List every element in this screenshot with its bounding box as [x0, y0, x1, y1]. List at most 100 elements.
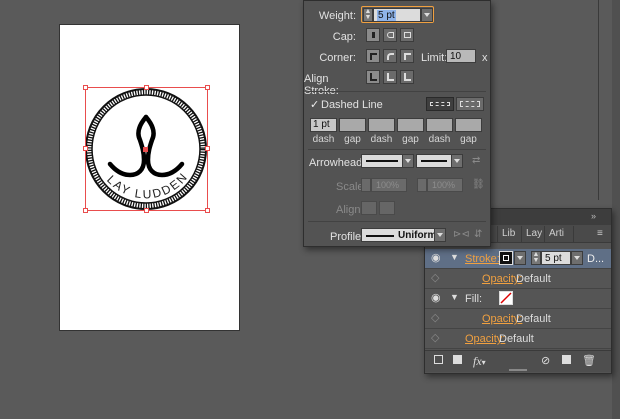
- dash-label-3: dash: [428, 134, 451, 145]
- duplicate-item-icon[interactable]: [562, 355, 571, 364]
- divider: [308, 149, 486, 150]
- arrow-tip-at-end-icon[interactable]: [379, 201, 395, 215]
- resize-handle-bottom-left[interactable]: [83, 208, 88, 213]
- align-stroke-outside-icon[interactable]: [400, 70, 414, 84]
- appearance-row-fill-opacity[interactable]: ◇ Opacity: Default: [425, 309, 611, 329]
- collapse-icon[interactable]: »: [591, 212, 601, 221]
- corner-label: Corner:: [319, 52, 356, 64]
- round-cap-icon[interactable]: [383, 28, 397, 42]
- align-stroke-center-icon[interactable]: [366, 70, 380, 84]
- stroke-weight-dropdown[interactable]: [571, 251, 583, 265]
- disclosure-triangle-icon[interactable]: ▼: [450, 292, 459, 302]
- opacity-value: Default: [516, 313, 551, 325]
- visibility-eye-icon[interactable]: ◇: [431, 331, 447, 351]
- dock-divider: [598, 0, 599, 200]
- appearance-row-fill[interactable]: ◉ ▼ Fill:: [425, 289, 611, 309]
- fill-none-swatch-icon[interactable]: [499, 291, 513, 305]
- preserve-dash-icon[interactable]: [426, 97, 454, 111]
- tab-libraries[interactable]: Lib: [502, 228, 515, 239]
- resize-handle-top-right[interactable]: [205, 85, 210, 90]
- stroke-swatch-dropdown[interactable]: [514, 251, 526, 265]
- stroke-label[interactable]: Stroke:: [465, 253, 500, 265]
- scale-end-field[interactable]: 100%: [427, 178, 463, 192]
- bevel-join-icon[interactable]: [400, 49, 414, 63]
- gap-field-1[interactable]: [339, 118, 366, 132]
- start-arrowhead-select[interactable]: [361, 154, 403, 168]
- arrow-tip-beyond-end-icon[interactable]: [361, 201, 377, 215]
- scale-start-field[interactable]: 100%: [371, 178, 407, 192]
- opacity-value: Default: [499, 333, 534, 345]
- profile-dropdown[interactable]: [434, 228, 446, 242]
- cap-label: Cap:: [332, 31, 356, 43]
- gap-field-3[interactable]: [455, 118, 482, 132]
- miter-join-icon[interactable]: [366, 49, 380, 63]
- resize-handle-bottom-right[interactable]: [205, 208, 210, 213]
- swap-arrowheads-icon[interactable]: ⇄: [472, 155, 480, 166]
- panel-resize-grip[interactable]: [509, 369, 527, 371]
- stroke-weight-field[interactable]: 5 pt: [541, 251, 571, 265]
- add-effect-fx-icon[interactable]: fx▾: [473, 354, 486, 369]
- resize-handle-bottom[interactable]: [144, 208, 149, 213]
- align-stroke-inside-icon[interactable]: [383, 70, 397, 84]
- appearance-row-stroke-opacity[interactable]: ◇ Opacity: Default: [425, 269, 611, 289]
- tab-divider: [573, 226, 574, 242]
- dash-label-2: dash: [370, 134, 393, 145]
- dash-field-2[interactable]: [368, 118, 395, 132]
- tab-divider: [521, 226, 522, 242]
- dashed-line-label: Dashed Line: [321, 99, 383, 111]
- align-dash-corners-icon[interactable]: [456, 97, 484, 111]
- end-arrowhead-dropdown[interactable]: [451, 154, 463, 168]
- weight-stepper[interactable]: ▲ ▼: [363, 8, 373, 22]
- weight-field[interactable]: 5 pt: [373, 8, 421, 22]
- visibility-eye-icon[interactable]: ◇: [431, 311, 447, 331]
- divider: [308, 91, 486, 92]
- stroke-weight-stepper[interactable]: ▲ ▼: [531, 251, 541, 265]
- trash-icon[interactable]: 🗑: [582, 354, 596, 367]
- link-scale-icon[interactable]: ⛓: [472, 179, 485, 190]
- round-join-icon[interactable]: [383, 49, 397, 63]
- resize-handle-left[interactable]: [83, 146, 88, 151]
- visibility-eye-icon[interactable]: ◇: [431, 271, 447, 291]
- flip-across-icon[interactable]: ⇵: [474, 229, 482, 240]
- dash-label-1: dash: [312, 134, 335, 145]
- tab-layers[interactable]: Lay: [526, 228, 542, 239]
- dash-field-1[interactable]: 1 pt: [310, 118, 337, 132]
- add-new-stroke-icon[interactable]: [434, 355, 443, 364]
- scale-end-stepper[interactable]: [417, 178, 427, 192]
- gap-label-1: gap: [344, 134, 361, 145]
- flip-along-icon[interactable]: ⊳⊲: [453, 229, 470, 240]
- gap-label-2: gap: [402, 134, 419, 145]
- gap-field-2[interactable]: [397, 118, 424, 132]
- resize-handle-top-left[interactable]: [83, 85, 88, 90]
- stroke-swatch[interactable]: [499, 251, 513, 265]
- scale-start-stepper[interactable]: [361, 178, 371, 192]
- visibility-eye-icon[interactable]: ◉: [431, 251, 447, 271]
- resize-handle-right[interactable]: [205, 146, 210, 151]
- dock-strip: [612, 0, 620, 419]
- align-stroke-label: Align Stroke:: [304, 73, 339, 97]
- stroke-panel: Weight: ▲ ▼ 5 pt Cap: Corner: Limit: 10 x…: [303, 0, 491, 247]
- visibility-eye-icon[interactable]: ◉: [431, 291, 447, 311]
- start-arrowhead-dropdown[interactable]: [402, 154, 414, 168]
- stroke-options-text[interactable]: D...: [587, 253, 604, 265]
- tab-artboards[interactable]: Arti: [549, 228, 564, 239]
- limit-field[interactable]: 10: [446, 49, 476, 63]
- selection-bounding-box[interactable]: [85, 87, 208, 211]
- appearance-row-stroke[interactable]: ◉ ▼ Stroke: ▲ ▼ 5 pt D...: [425, 249, 611, 269]
- dash-field-3[interactable]: [426, 118, 453, 132]
- resize-handle-top[interactable]: [144, 85, 149, 90]
- divider: [308, 221, 486, 222]
- projecting-cap-icon[interactable]: [400, 28, 414, 42]
- weight-dropdown[interactable]: [421, 8, 433, 22]
- end-arrowhead-select[interactable]: [416, 154, 452, 168]
- clear-appearance-icon[interactable]: ⊘: [541, 354, 550, 367]
- butt-cap-icon[interactable]: [366, 28, 380, 42]
- add-new-fill-icon[interactable]: [453, 355, 462, 364]
- panel-menu-icon[interactable]: ≡: [597, 228, 603, 239]
- disclosure-triangle-icon[interactable]: ▼: [450, 252, 459, 262]
- profile-select[interactable]: Uniform: [361, 228, 436, 242]
- limit-label: Limit:: [421, 52, 448, 64]
- opacity-value: Default: [516, 273, 551, 285]
- dashed-line-checkbox[interactable]: ✓: [310, 98, 319, 111]
- appearance-row-opacity[interactable]: ◇ Opacity: Default: [425, 329, 611, 349]
